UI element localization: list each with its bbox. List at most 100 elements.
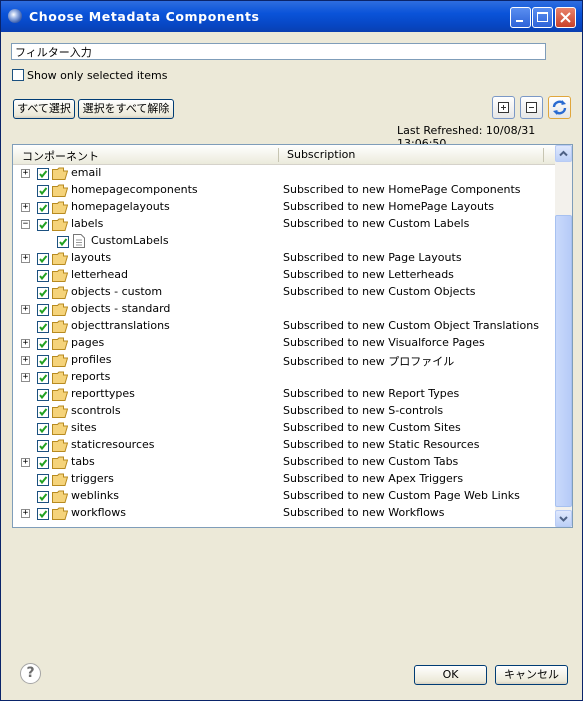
table-row[interactable]: + email	[13, 165, 555, 182]
tree-expander[interactable]: +	[21, 356, 30, 365]
table-row[interactable]: homepagecomponents Subscribed to new Home…	[13, 182, 555, 199]
subscription-text: Subscribed to new Custom Page Web Links	[283, 489, 520, 502]
tree-expander[interactable]: −	[21, 220, 30, 229]
tree-expander[interactable]: +	[21, 373, 30, 382]
maximize-button[interactable]	[532, 7, 553, 28]
select-all-button[interactable]: すべて選択	[13, 99, 75, 119]
tree-expander[interactable]: +	[21, 254, 30, 263]
table-row[interactable]: staticresources Subscribed to new Static …	[13, 437, 555, 454]
checkmark-icon	[39, 391, 48, 400]
filter-input[interactable]	[11, 43, 546, 60]
vertical-scrollbar[interactable]	[555, 145, 572, 527]
checkmark-icon	[39, 187, 48, 196]
row-checkbox[interactable]	[37, 168, 49, 180]
refresh-button[interactable]	[548, 96, 571, 119]
row-checkbox[interactable]	[37, 406, 49, 418]
tree-expander[interactable]: +	[21, 509, 30, 518]
scroll-up-button[interactable]	[555, 145, 572, 162]
table-row[interactable]: − labels Subscribed to new Custom Labels	[13, 216, 555, 233]
table-row[interactable]: + objects - standard	[13, 301, 555, 318]
table-row[interactable]: + profiles Subscribed to new プロファイル	[13, 352, 555, 369]
component-name: profiles	[71, 353, 112, 366]
component-name: scontrols	[71, 404, 121, 417]
row-checkbox[interactable]	[37, 508, 49, 520]
components-tree-table[interactable]: コンポーネント Subscription + email homepagecompo…	[12, 144, 573, 528]
help-icon[interactable]: ?	[20, 663, 41, 684]
table-row[interactable]: weblinks Subscribed to new Custom Page We…	[13, 488, 555, 505]
table-row[interactable]: CustomLabels	[13, 233, 555, 250]
component-name: CustomLabels	[91, 234, 169, 247]
collapse-all-icon	[526, 102, 537, 113]
row-checkbox[interactable]	[37, 440, 49, 452]
row-checkbox[interactable]	[37, 321, 49, 333]
tree-expander[interactable]: +	[21, 203, 30, 212]
tree-expander[interactable]: +	[21, 458, 30, 467]
tree-expander[interactable]: +	[21, 305, 30, 314]
table-row[interactable]: objects - custom Subscribed to new Custom…	[13, 284, 555, 301]
dialog-window: Choose Metadata Components Show only sel…	[0, 0, 583, 701]
table-row[interactable]: sites Subscribed to new Custom Sites	[13, 420, 555, 437]
refresh-icon	[552, 100, 567, 115]
folder-icon	[52, 252, 68, 265]
tree-expander[interactable]: +	[21, 339, 30, 348]
row-checkbox[interactable]	[37, 287, 49, 299]
row-checkbox[interactable]	[37, 423, 49, 435]
column-header-subscription[interactable]: Subscription	[287, 148, 355, 161]
tree-expander[interactable]: +	[21, 169, 30, 178]
checkmark-icon	[39, 272, 48, 281]
table-row[interactable]: scontrols Subscribed to new S-controls	[13, 403, 555, 420]
subscription-text: Subscribed to new Page Layouts	[283, 251, 462, 264]
folder-icon	[52, 473, 68, 486]
row-checkbox[interactable]	[37, 219, 49, 231]
row-checkbox[interactable]	[37, 185, 49, 197]
row-checkbox[interactable]	[37, 457, 49, 469]
row-checkbox[interactable]	[37, 253, 49, 265]
row-checkbox[interactable]	[57, 236, 69, 248]
component-name: sites	[71, 421, 97, 434]
checkmark-icon	[59, 238, 68, 247]
minimize-button[interactable]	[510, 7, 531, 28]
checkmark-icon	[39, 442, 48, 451]
show-selected-checkbox[interactable]	[12, 69, 24, 81]
scroll-down-button[interactable]	[555, 510, 572, 527]
scroll-thumb[interactable]	[555, 215, 572, 507]
row-checkbox[interactable]	[37, 389, 49, 401]
subscription-text: Subscribed to new Workflows	[283, 506, 445, 519]
table-row[interactable]: objecttranslations Subscribed to new Cust…	[13, 318, 555, 335]
table-row[interactable]: + reports	[13, 369, 555, 386]
app-icon	[8, 9, 22, 23]
column-divider[interactable]	[543, 148, 544, 162]
show-selected-toggle[interactable]: Show only selected items	[12, 68, 167, 82]
deselect-all-button[interactable]: 選択をすべて解除	[78, 99, 174, 119]
row-checkbox[interactable]	[37, 270, 49, 282]
table-row[interactable]: + layouts Subscribed to new Page Layouts	[13, 250, 555, 267]
row-checkbox[interactable]	[37, 372, 49, 384]
row-checkbox[interactable]	[37, 474, 49, 486]
component-name: reporttypes	[71, 387, 135, 400]
row-checkbox[interactable]	[37, 355, 49, 367]
table-row[interactable]: + pages Subscribed to new Visualforce Page…	[13, 335, 555, 352]
table-row[interactable]: + tabs Subscribed to new Custom Tabs	[13, 454, 555, 471]
cancel-button[interactable]: キャンセル	[495, 665, 568, 685]
close-button[interactable]	[555, 7, 576, 28]
collapse-all-button[interactable]	[520, 96, 543, 119]
row-checkbox[interactable]	[37, 491, 49, 503]
table-row[interactable]: + homepagelayouts Subscribed to new HomePa…	[13, 199, 555, 216]
window-title: Choose Metadata Components	[29, 9, 260, 24]
table-row[interactable]: triggers Subscribed to new Apex Triggers	[13, 471, 555, 488]
column-header-component[interactable]: コンポーネント	[22, 148, 99, 164]
table-row[interactable]: + workflows Subscribed to new Workflows	[13, 505, 555, 522]
expand-all-button[interactable]	[492, 96, 515, 119]
component-name: tabs	[71, 455, 95, 468]
title-bar[interactable]: Choose Metadata Components	[1, 1, 582, 32]
ok-button[interactable]: OK	[414, 665, 487, 685]
row-checkbox[interactable]	[37, 202, 49, 214]
row-checkbox[interactable]	[37, 338, 49, 350]
column-divider[interactable]	[278, 148, 279, 162]
subscription-text: Subscribed to new Letterheads	[283, 268, 454, 281]
table-row[interactable]: reporttypes Subscribed to new Report Type…	[13, 386, 555, 403]
folder-icon	[52, 286, 68, 299]
table-row[interactable]: letterhead Subscribed to new Letterheads	[13, 267, 555, 284]
maximize-icon	[537, 12, 548, 22]
row-checkbox[interactable]	[37, 304, 49, 316]
